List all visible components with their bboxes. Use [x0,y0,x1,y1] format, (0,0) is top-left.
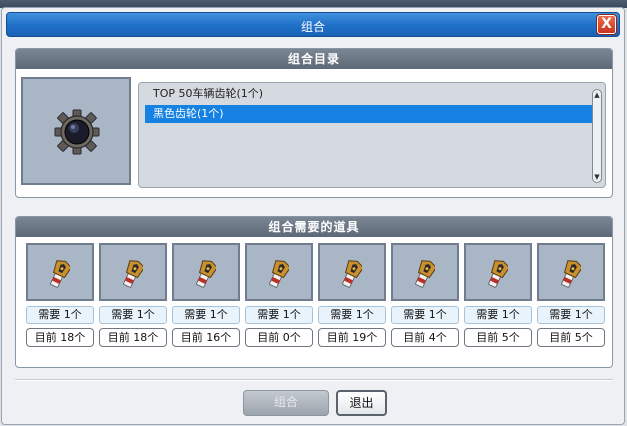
requirement-slot: 需要 1个 目前 5个 [464,243,533,347]
requirements-panel: 组合需要的道具 需要 1个 目前 18个 需要 1个 目前 18个 需要 1个 … [15,216,613,368]
item-slot[interactable] [26,243,94,301]
requirement-slot: 需要 1个 目前 18个 [26,243,95,347]
catalog-header: 组合目录 [16,49,612,69]
have-count: 目前 16个 [172,328,240,347]
have-count: 目前 18个 [99,328,167,347]
dialog-title: 组合 [300,20,325,34]
need-count: 需要 1个 [464,306,532,324]
gear-icon [54,109,100,155]
need-count: 需要 1个 [245,306,313,324]
divider [15,379,613,381]
list-item-selected[interactable]: 黑色齿轮(1个) [145,105,592,123]
have-count: 目前 19个 [318,328,386,347]
item-slot[interactable] [172,243,240,301]
need-count: 需要 1个 [172,306,240,324]
item-slot[interactable] [318,243,386,301]
exit-button[interactable]: 退出 [336,390,387,416]
list-item[interactable]: TOP 50车辆齿轮(1个) [145,85,263,103]
catalog-panel: 组合目录 TOP 50车辆齿轮(1个) 黑色齿轮(1个) ▲ ▼ [15,48,613,198]
requirement-slot: 需要 1个 目前 4个 [391,243,460,347]
item-slot[interactable] [245,243,313,301]
item-slot[interactable] [464,243,532,301]
component-icon [196,260,216,288]
item-slot[interactable] [537,243,605,301]
component-icon [50,260,70,288]
need-count: 需要 1个 [99,306,167,324]
preview-slot [21,77,131,185]
have-count: 目前 5个 [464,328,532,347]
item-slot[interactable] [99,243,167,301]
scroll-down-icon[interactable]: ▼ [593,173,601,181]
need-count: 需要 1个 [537,306,605,324]
catalog-list[interactable]: TOP 50车辆齿轮(1个) 黑色齿轮(1个) ▲ ▼ [138,82,606,188]
title-bar[interactable]: 组合 X [6,12,620,37]
requirement-slot: 需要 1个 目前 5个 [537,243,606,347]
component-icon [269,260,289,288]
component-icon [561,260,581,288]
have-count: 目前 0个 [245,328,313,347]
have-count: 目前 4个 [391,328,459,347]
component-icon [342,260,362,288]
component-icon [123,260,143,288]
have-count: 目前 5个 [537,328,605,347]
combine-button[interactable]: 组合 [243,390,329,416]
need-count: 需要 1个 [26,306,94,324]
close-button[interactable]: X [597,15,616,34]
requirements-header: 组合需要的道具 [16,217,612,237]
combine-dialog: 组合 X 组合目录 TOP 50车辆齿轮(1个) 黑色齿轮(1个) ▲ ▼ 组合… [1,7,625,425]
requirement-slot: 需要 1个 目前 19个 [318,243,387,347]
have-count: 目前 18个 [26,328,94,347]
item-slot[interactable] [391,243,459,301]
component-icon [488,260,508,288]
list-scrollbar[interactable]: ▲ ▼ [592,89,602,183]
component-icon [415,260,435,288]
scroll-up-icon[interactable]: ▲ [593,91,601,99]
requirement-slot: 需要 1个 目前 16个 [172,243,241,347]
requirement-slot: 需要 1个 目前 18个 [99,243,168,347]
need-count: 需要 1个 [391,306,459,324]
requirement-slot: 需要 1个 目前 0个 [245,243,314,347]
need-count: 需要 1个 [318,306,386,324]
